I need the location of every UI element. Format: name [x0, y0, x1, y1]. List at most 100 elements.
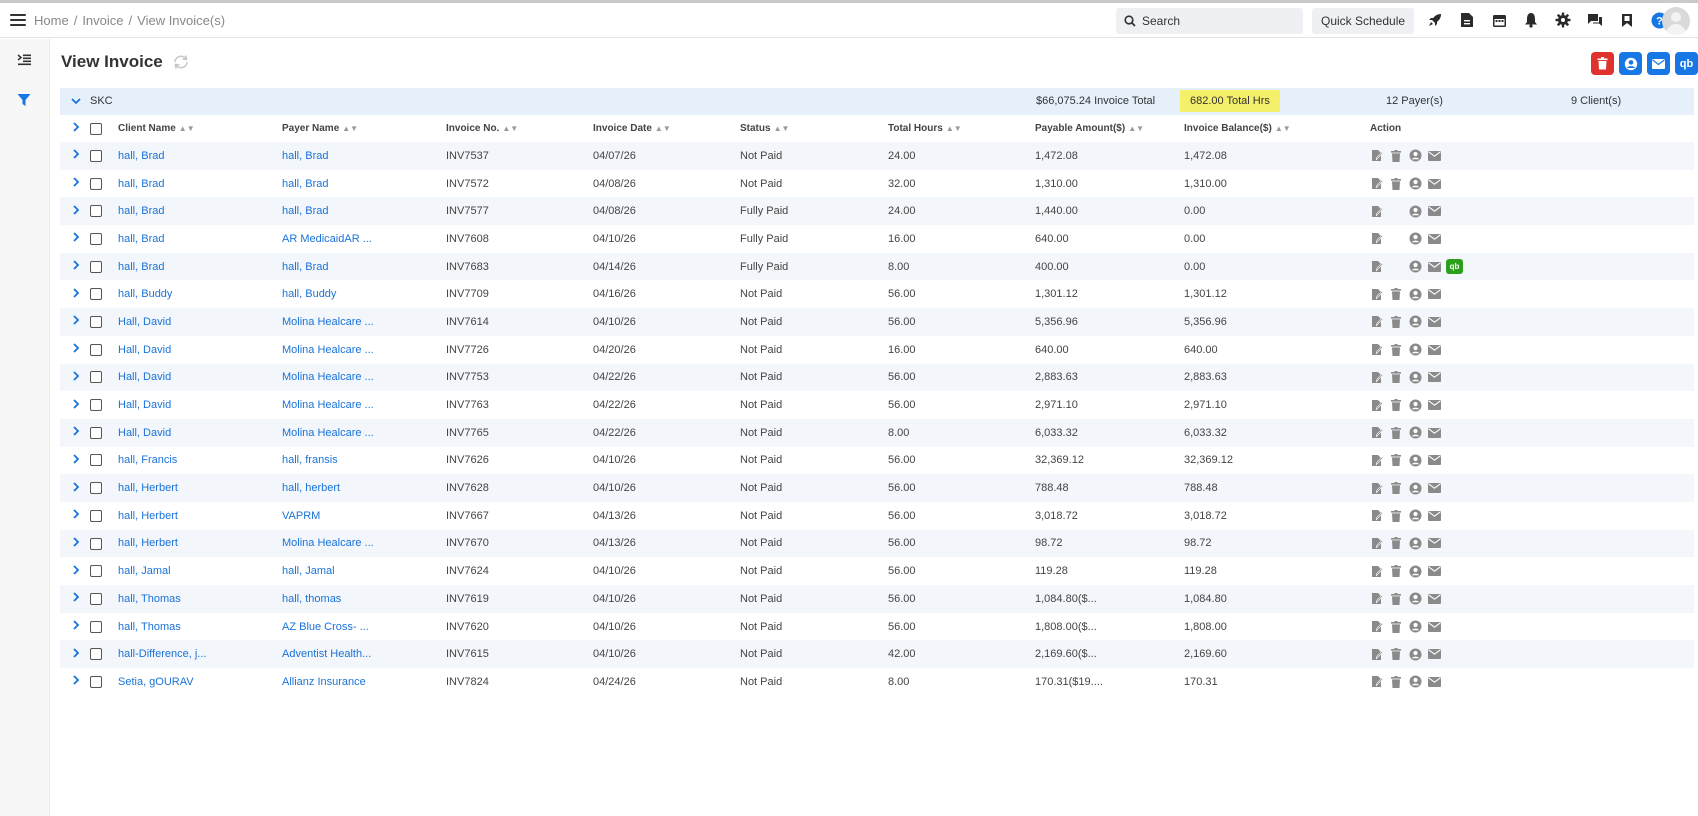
- edit-icon[interactable]: [1370, 398, 1384, 412]
- user-icon[interactable]: [1408, 232, 1422, 246]
- table-row[interactable]: hall, Thomas AZ Blue Cross- ... INV7620 04/…: [60, 612, 1694, 641]
- delete-icon[interactable]: [1389, 343, 1403, 357]
- mail-icon[interactable]: [1427, 675, 1441, 689]
- table-row[interactable]: Setia, gOURAV Allianz Insurance INV7824 04/…: [60, 668, 1694, 696]
- mail-icon[interactable]: [1427, 370, 1441, 384]
- payer-name-link[interactable]: hall, Brad: [282, 261, 328, 273]
- row-checkbox[interactable]: [90, 592, 102, 605]
- chat-icon[interactable]: [1585, 10, 1605, 30]
- table-row[interactable]: hall, Brad hall, Brad INV7683 04/14/26 Fully…: [60, 252, 1694, 281]
- row-checkbox[interactable]: [90, 177, 102, 190]
- payer-name-link[interactable]: Molina Healcare ...: [282, 399, 374, 411]
- row-checkbox[interactable]: [90, 537, 102, 550]
- edit-icon[interactable]: [1370, 509, 1384, 523]
- edit-icon[interactable]: [1370, 260, 1384, 274]
- client-name-link[interactable]: hall, Francis: [118, 454, 177, 466]
- payer-name-link[interactable]: hall, Brad: [282, 205, 328, 217]
- filter-icon[interactable]: [13, 89, 35, 111]
- document-icon[interactable]: [1457, 10, 1477, 30]
- payer-name-link[interactable]: hall, thomas: [282, 593, 341, 605]
- chevron-right-icon[interactable]: [71, 398, 81, 409]
- mail-icon[interactable]: [1427, 592, 1441, 606]
- delete-icon[interactable]: [1389, 509, 1403, 523]
- client-name-link[interactable]: Hall, David: [118, 427, 171, 439]
- user-icon[interactable]: [1408, 564, 1422, 578]
- user-icon[interactable]: [1408, 509, 1422, 523]
- payer-name-link[interactable]: Allianz Insurance: [282, 676, 366, 688]
- mail-icon[interactable]: [1427, 149, 1441, 163]
- mail-icon[interactable]: [1427, 509, 1441, 523]
- mail-icon[interactable]: [1427, 564, 1441, 578]
- delete-button[interactable]: [1591, 52, 1614, 75]
- payer-name-link[interactable]: AR MedicaidAR ...: [282, 233, 372, 245]
- mail-button[interactable]: [1647, 52, 1670, 75]
- mail-icon[interactable]: [1427, 481, 1441, 495]
- client-name-link[interactable]: hall, Brad: [118, 233, 164, 245]
- client-name-link[interactable]: Hall, David: [118, 316, 171, 328]
- client-name-link[interactable]: hall, Brad: [118, 205, 164, 217]
- user-icon[interactable]: [1408, 620, 1422, 634]
- hamburger-menu-icon[interactable]: [10, 14, 26, 26]
- edit-icon[interactable]: [1370, 204, 1384, 218]
- user-icon[interactable]: [1408, 398, 1422, 412]
- column-header-status[interactable]: Status ▲▼: [740, 115, 888, 142]
- user-icon[interactable]: [1408, 592, 1422, 606]
- edit-icon[interactable]: [1370, 453, 1384, 467]
- mail-icon[interactable]: [1427, 315, 1441, 329]
- table-row[interactable]: hall, Buddy hall, Buddy INV7709 04/16/26 Not…: [60, 280, 1694, 309]
- user-icon[interactable]: [1408, 315, 1422, 329]
- chevron-right-icon[interactable]: [71, 205, 81, 215]
- payer-name-link[interactable]: Molina Healcare ...: [282, 344, 374, 356]
- table-row[interactable]: hall, Herbert VAPRM INV7667 04/13/26 Not Pai…: [60, 501, 1694, 530]
- table-row[interactable]: hall, Brad hall, Brad INV7537 04/07/26 Not P…: [60, 142, 1694, 170]
- row-checkbox[interactable]: [90, 205, 102, 218]
- user-button[interactable]: [1619, 52, 1642, 75]
- chevron-right-icon[interactable]: [71, 177, 81, 187]
- quickbooks-button[interactable]: qb: [1675, 52, 1698, 75]
- user-icon[interactable]: [1408, 260, 1422, 274]
- column-header-client[interactable]: Client Name ▲▼: [118, 115, 282, 142]
- chevron-right-icon[interactable]: [71, 122, 81, 132]
- row-checkbox[interactable]: [90, 288, 102, 301]
- table-row[interactable]: Hall, David Molina Healcare ... INV7765 04/…: [60, 418, 1694, 447]
- chevron-right-icon[interactable]: [71, 426, 81, 436]
- chevron-right-icon[interactable]: [71, 149, 81, 159]
- payer-name-link[interactable]: Molina Healcare ...: [282, 427, 374, 439]
- table-row[interactable]: hall, Brad hall, Brad INV7577 04/08/26 Fully…: [60, 197, 1694, 226]
- chevron-right-icon[interactable]: [71, 648, 81, 658]
- delete-icon[interactable]: [1389, 287, 1403, 301]
- row-checkbox[interactable]: [90, 316, 102, 329]
- edit-icon[interactable]: [1370, 426, 1384, 440]
- user-icon[interactable]: [1408, 287, 1422, 301]
- chevron-right-icon[interactable]: [71, 232, 81, 243]
- edit-icon[interactable]: [1370, 370, 1384, 384]
- row-checkbox[interactable]: [90, 149, 102, 162]
- table-row[interactable]: hall, Brad hall, Brad INV7572 04/08/26 Not P…: [60, 169, 1694, 198]
- chevron-right-icon[interactable]: [71, 260, 81, 270]
- delete-icon[interactable]: [1389, 536, 1403, 550]
- mail-icon[interactable]: [1427, 453, 1441, 467]
- mail-icon[interactable]: [1427, 287, 1441, 301]
- client-name-link[interactable]: hall, Buddy: [118, 288, 172, 300]
- delete-icon[interactable]: [1389, 149, 1403, 163]
- table-row[interactable]: hall, Francis hall, fransis INV7626 04/10/2…: [60, 446, 1694, 475]
- row-checkbox[interactable]: [90, 371, 102, 384]
- breadcrumb-invoice[interactable]: Invoice: [82, 13, 123, 28]
- quick-schedule-button[interactable]: Quick Schedule: [1312, 8, 1415, 34]
- edit-icon[interactable]: [1370, 536, 1384, 550]
- user-icon[interactable]: [1408, 536, 1422, 550]
- user-icon[interactable]: [1408, 343, 1422, 357]
- delete-icon[interactable]: [1389, 675, 1403, 689]
- payer-name-link[interactable]: Molina Healcare ...: [282, 316, 374, 328]
- client-name-link[interactable]: hall, Herbert: [118, 510, 178, 522]
- table-row[interactable]: hall, Jamal hall, Jamal INV7624 04/10/26 Not…: [60, 557, 1694, 585]
- table-row[interactable]: Hall, David Molina Healcare ... INV7763 04/…: [60, 391, 1694, 419]
- delete-icon[interactable]: [1389, 592, 1403, 606]
- delete-icon[interactable]: [1389, 398, 1403, 412]
- table-row[interactable]: hall-Difference, j... Adventist Health...…: [60, 640, 1694, 669]
- breadcrumb-home[interactable]: Home: [34, 13, 69, 28]
- mail-icon[interactable]: [1427, 260, 1441, 274]
- edit-icon[interactable]: [1370, 232, 1384, 246]
- delete-icon[interactable]: [1389, 370, 1403, 384]
- mail-icon[interactable]: [1427, 177, 1441, 191]
